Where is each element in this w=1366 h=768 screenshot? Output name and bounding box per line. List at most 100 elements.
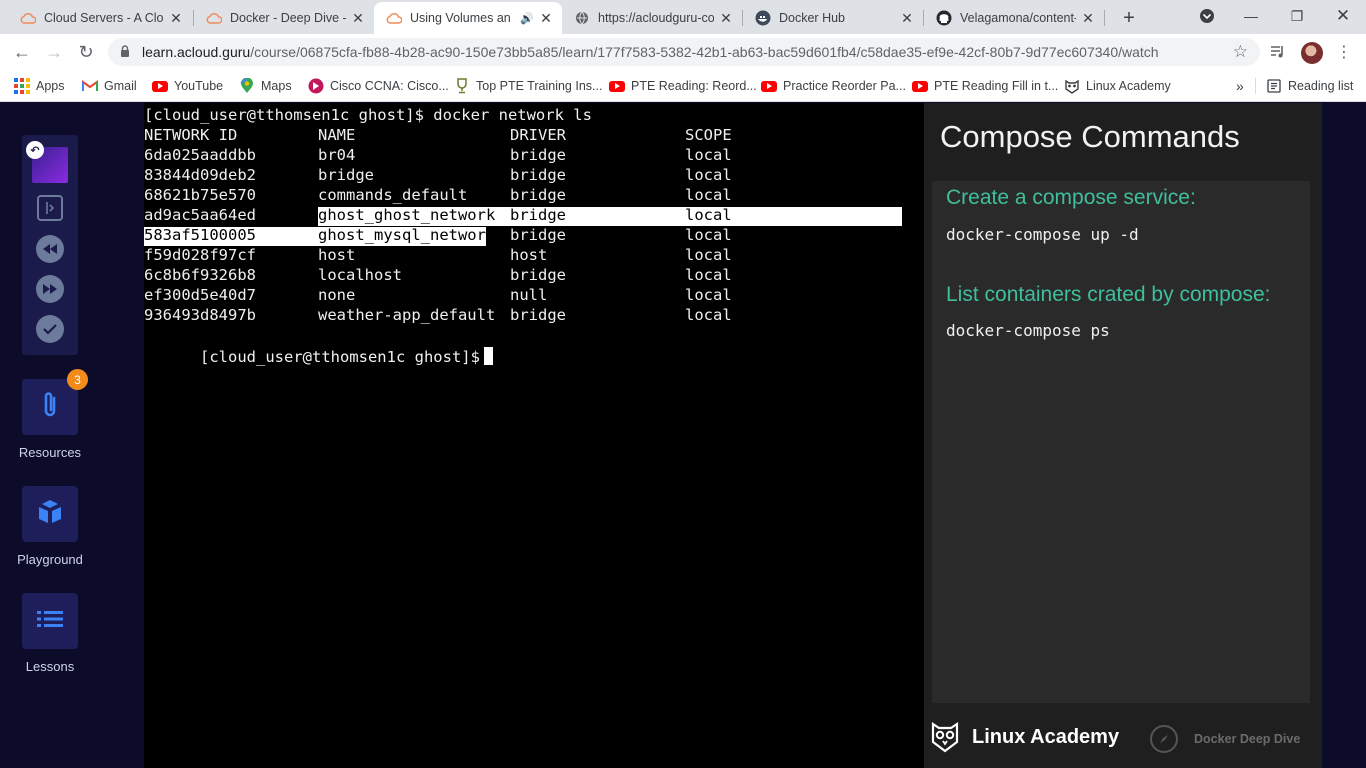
terminal-cursor (483, 347, 493, 365)
close-icon[interactable]: ✕ (1080, 10, 1096, 26)
close-window-icon[interactable]: ✕ (1320, 0, 1366, 32)
network-driver: host (510, 246, 548, 264)
network-scope: local (685, 306, 732, 324)
url-host: learn.acloud.guru (142, 44, 251, 60)
network-scope: local (685, 226, 732, 244)
bookmark-label: YouTube (174, 79, 224, 93)
back-arrow-icon[interactable]: ↶ (26, 141, 44, 159)
bookmark-linux-academy[interactable]: Linux Academy (1064, 77, 1171, 95)
network-driver: bridge (510, 226, 566, 244)
network-id: ef300d5e40d7 (144, 286, 256, 304)
back-icon[interactable]: ← (8, 38, 36, 66)
header-driver: DRIVER (510, 126, 566, 144)
address-bar[interactable]: learn.acloud.guru/course/06875cfa-fb88-4… (108, 38, 1260, 66)
lock-icon (120, 44, 134, 60)
network-driver: bridge (510, 306, 566, 324)
terminal-row: 6c8b6f9326b8 localhost bridge local (144, 265, 924, 285)
menu-kebab-icon[interactable]: ⋮ (1330, 38, 1358, 66)
close-icon[interactable]: ✕ (718, 10, 734, 26)
network-name: host (318, 246, 356, 264)
slide-heading: List containers crated by compose: (946, 283, 1271, 306)
close-icon[interactable]: ✕ (899, 10, 915, 26)
speaker-icon[interactable]: 🔊 (520, 12, 534, 25)
bookmark-label: Maps (261, 79, 292, 93)
tab-search-icon[interactable] (1184, 0, 1230, 32)
tab-using-volumes[interactable]: Using Volumes an 🔊 ✕ (374, 2, 562, 34)
network-id: ad9ac5aa64ed (144, 206, 256, 224)
terminal-command-line: [cloud_user@tthomsen1c ghost]$ docker ne… (144, 106, 592, 124)
forward-icon[interactable]: → (40, 38, 68, 66)
terminal-row: ad9ac5aa64ed ghost_ghost_network bridge … (144, 205, 924, 225)
sidebar-toggle-icon[interactable] (37, 195, 63, 221)
bookmark-gmail[interactable]: Gmail (82, 77, 137, 95)
tab-docker-deep-dive[interactable]: Docker - Deep Dive - A ✕ (194, 2, 374, 34)
tab-title: Using Volumes an (410, 11, 511, 25)
network-driver: bridge (510, 206, 566, 224)
new-tab-button[interactable]: + (1116, 5, 1142, 31)
lessons-button[interactable] (22, 593, 78, 649)
browser-tab-strip: Cloud Servers - A Clou ✕ Docker - Deep D… (0, 0, 1366, 34)
gmail-icon (82, 78, 98, 94)
more-bookmarks-button[interactable]: » (1236, 77, 1244, 95)
header-name: NAME (318, 126, 356, 144)
profile-avatar[interactable] (1301, 42, 1323, 64)
bookmark-pte-fill[interactable]: PTE Reading Fill in t... (912, 77, 1058, 95)
slide-command: docker-compose up -d (946, 225, 1139, 244)
network-scope: local (685, 146, 732, 164)
network-name: ghost_mysql_network (318, 226, 496, 244)
terminal-row: f59d028f97cf host host local (144, 245, 924, 265)
network-scope: local (685, 206, 732, 224)
github-icon (936, 10, 952, 26)
bookmark-apps[interactable]: Apps (14, 77, 65, 95)
course-brand: Docker Deep Dive (1150, 725, 1300, 753)
network-name: bridge (318, 166, 374, 184)
network-driver: bridge (510, 266, 566, 284)
youtube-icon (761, 78, 777, 94)
network-scope: local (685, 246, 732, 264)
minimize-icon[interactable]: — (1228, 0, 1274, 32)
terminal-row: 936493d8497b weather-app_default bridge … (144, 305, 924, 325)
bookmark-label: Practice Reorder Pa... (783, 79, 906, 93)
youtube-icon (152, 78, 168, 94)
playground-button[interactable] (22, 486, 78, 542)
media-control-icon[interactable] (1264, 38, 1292, 66)
network-scope: local (685, 266, 732, 284)
bookmark-youtube[interactable]: YouTube (152, 77, 223, 95)
bookmark-practice-reorder[interactable]: Practice Reorder Pa... (761, 77, 906, 95)
tab-docker-hub[interactable]: Docker Hub ✕ (743, 2, 923, 34)
close-icon[interactable]: ✕ (168, 10, 184, 26)
restore-icon[interactable]: ❐ (1274, 0, 1320, 32)
tab-acloudguru-url[interactable]: https://acloudguru-co ✕ (562, 2, 742, 34)
terminal-row: 68621b75e570 commands_default bridge loc… (144, 185, 924, 205)
network-scope: local (685, 186, 732, 204)
playground-label: Playground (17, 552, 83, 567)
close-icon[interactable]: ✕ (350, 10, 366, 26)
bookmark-pte-reading-reorder[interactable]: PTE Reading: Reord... (609, 77, 757, 95)
header-scope: SCOPE (685, 126, 732, 144)
reading-list-button[interactable]: Reading list (1266, 77, 1353, 95)
rewind-icon[interactable] (36, 235, 64, 263)
bookmark-cisco[interactable]: Cisco CCNA: Cisco... (308, 77, 449, 95)
mark-complete-icon[interactable] (36, 315, 64, 343)
tab-github[interactable]: Velagamona/content- ✕ (924, 2, 1104, 34)
fast-forward-icon[interactable] (36, 275, 64, 303)
cloud-guru-icon (20, 10, 36, 26)
close-icon[interactable]: ✕ (538, 10, 554, 26)
terminal-row: 6da025aaddbb br04 bridge local (144, 145, 924, 165)
trophy-icon (454, 78, 470, 94)
paperclip-icon (39, 390, 61, 425)
network-name: none (318, 286, 356, 304)
slide-content: Create a compose service: docker-compose… (932, 181, 1310, 703)
bookmark-pte-training[interactable]: Top PTE Training Ins... (454, 77, 602, 95)
bookmark-star-icon[interactable]: ☆ (1233, 42, 1248, 62)
tab-cloud-servers[interactable]: Cloud Servers - A Clou ✕ (8, 2, 192, 34)
network-name: ghost_ghost_network (318, 206, 496, 224)
video-terminal[interactable]: [cloud_user@tthomsen1c ghost]$ docker ne… (144, 103, 924, 768)
linux-academy-icon (1064, 78, 1080, 94)
reload-icon[interactable]: ↻ (72, 38, 100, 66)
bookmark-maps[interactable]: Maps (239, 77, 292, 95)
player-controls: ↶ (22, 135, 78, 355)
network-id: 68621b75e570 (144, 186, 256, 204)
browser-toolbar: ← → ↻ learn.acloud.guru/course/06875cfa-… (0, 34, 1366, 70)
list-icon (36, 609, 64, 634)
